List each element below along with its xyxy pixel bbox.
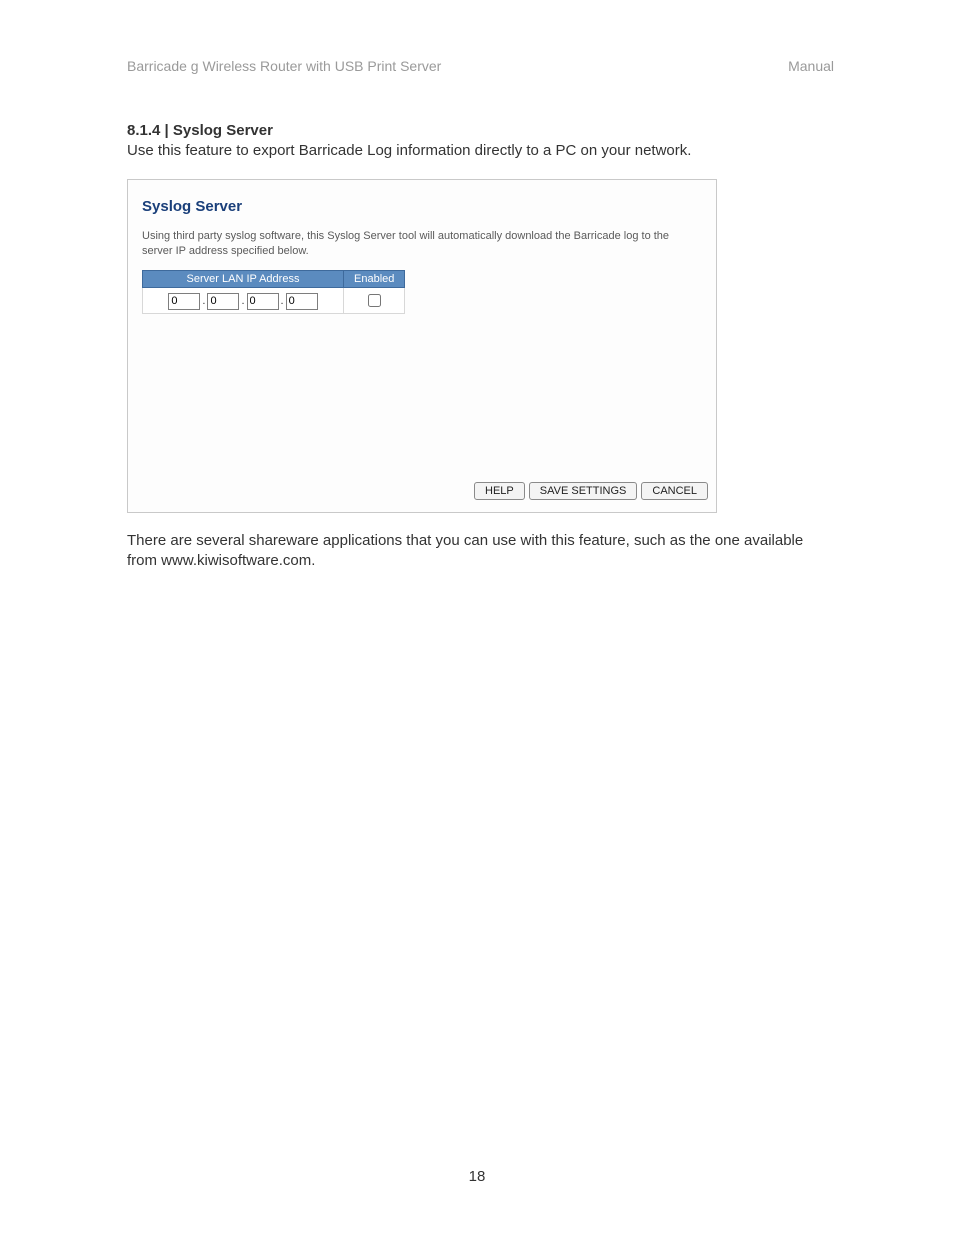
panel-title: Syslog Server	[136, 198, 708, 215]
cancel-button[interactable]: CANCEL	[641, 482, 708, 500]
ip-octet-1[interactable]	[168, 293, 200, 310]
panel-description: Using third party syslog software, this …	[136, 215, 708, 270]
enabled-cell	[344, 287, 405, 313]
ip-octet-3[interactable]	[247, 293, 279, 310]
ip-address-cell: ...	[143, 287, 344, 313]
ip-octet-4[interactable]	[286, 293, 318, 310]
ip-octet-2[interactable]	[207, 293, 239, 310]
table-row: ...	[143, 287, 405, 313]
syslog-config-panel: Syslog Server Using third party syslog s…	[127, 179, 717, 513]
after-text: There are several shareware applications…	[127, 531, 827, 572]
spacer	[136, 314, 708, 482]
section-heading: 8.1.4 | Syslog Server Use this feature t…	[127, 122, 834, 161]
config-table: Server LAN IP Address Enabled ...	[142, 270, 405, 314]
section-title: 8.1.4 | Syslog Server	[127, 122, 834, 139]
ip-separator: .	[281, 295, 284, 307]
header-product: Barricade g Wireless Router with USB Pri…	[127, 58, 441, 74]
page-header: Barricade g Wireless Router with USB Pri…	[127, 58, 834, 74]
button-row: HELP SAVE SETTINGS CANCEL	[128, 482, 716, 500]
ip-separator: .	[241, 295, 244, 307]
page-number: 18	[0, 1168, 954, 1185]
enabled-checkbox[interactable]	[368, 294, 381, 307]
help-button[interactable]: HELP	[474, 482, 525, 500]
header-manual: Manual	[788, 58, 834, 74]
section-description: Use this feature to export Barricade Log…	[127, 141, 834, 161]
ip-separator: .	[202, 295, 205, 307]
column-header-enabled: Enabled	[344, 270, 405, 287]
save-settings-button[interactable]: SAVE SETTINGS	[529, 482, 638, 500]
column-header-ip: Server LAN IP Address	[143, 270, 344, 287]
